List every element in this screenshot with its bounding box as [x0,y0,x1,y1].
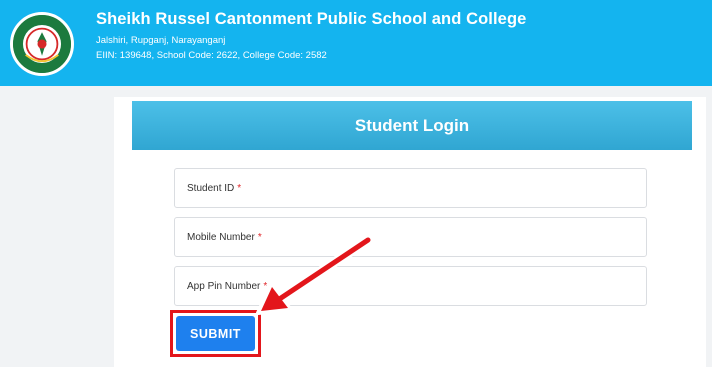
required-mark: * [257,231,262,243]
login-title: Student Login [132,101,692,150]
app-pin-field[interactable]: App Pin Number * [174,266,647,306]
login-card: Student Login Student ID * Mobile Number *… [114,97,706,367]
submit-button[interactable]: SUBMIT [176,316,255,351]
required-mark: * [237,182,242,194]
mobile-number-field[interactable]: Mobile Number * [174,217,647,257]
site-header: Sheikh Russel Cantonment Public School a… [0,0,712,86]
school-name: Sheikh Russel Cantonment Public School a… [96,10,527,28]
student-id-label: Student ID [187,182,235,194]
required-mark: * [263,280,268,292]
school-codes: EIIN: 139648, School Code: 2622, College… [96,50,327,61]
app-pin-label: App Pin Number [187,280,261,292]
mobile-number-label: Mobile Number [187,231,255,243]
student-id-field[interactable]: Student ID * [174,168,647,208]
school-address: Jalshiri, Rupganj, Narayanganj [96,35,226,46]
school-crest-icon[interactable] [10,12,74,76]
